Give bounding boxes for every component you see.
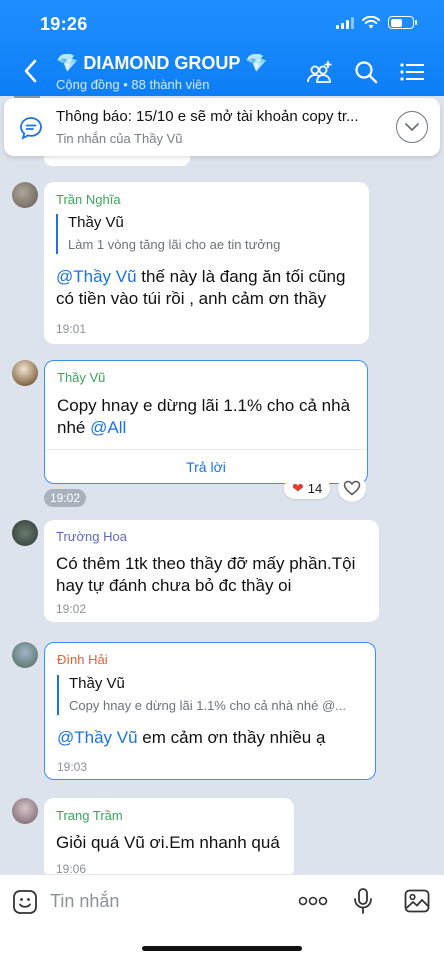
menu-list-icon[interactable] [398, 58, 426, 86]
chat-header: 19:26 💎 DIAMOND GROUP 💎 Cộng đồng • 88 t… [0, 0, 444, 96]
heart-outline-icon [343, 480, 361, 496]
message-text: @Thầy Vũ em cảm ơn thầy nhiều ạ [57, 728, 326, 747]
group-title: 💎 DIAMOND GROUP 💎 [56, 53, 268, 73]
message-sender: Đình Hải [57, 652, 108, 667]
quote-text: Làm 1 vòng tăng lãi cho ae tin tưởng [68, 237, 281, 252]
pinned-text: Thông báo: 15/10 e sẽ mở tài khoản copy … [56, 108, 386, 146]
mention-link[interactable]: @Thầy Vũ [57, 728, 138, 747]
reaction-number: 14 [307, 480, 323, 496]
home-indicator [142, 946, 302, 951]
avatar[interactable] [12, 520, 38, 546]
quote-author: Thầy Vũ [69, 675, 125, 692]
mention-link[interactable]: @All [90, 418, 126, 437]
message-text: Có thêm 1tk theo thầy đỡ mấy phần.Tội ha… [56, 554, 356, 595]
message-bubble[interactable]: Trường Hoa Có thêm 1tk theo thầy đỡ mấy … [44, 520, 379, 622]
heart-icon: ❤ [292, 479, 304, 496]
header-actions [306, 58, 426, 86]
pinned-title: Thông báo: 15/10 e sẽ mở tài khoản copy … [56, 108, 359, 125]
wifi-icon [362, 16, 380, 29]
group-subtitle: Cộng đồng • 88 thành viên [56, 77, 210, 92]
back-arrow-icon[interactable] [20, 58, 42, 84]
react-button[interactable] [338, 474, 366, 502]
add-member-icon[interactable] [306, 58, 334, 86]
message-bubble[interactable]: Thầy Vũ Copy hnay e dừng lãi 1.1% cho cả… [44, 360, 368, 484]
group-title-area[interactable]: 💎 DIAMOND GROUP 💎 Cộng đồng • 88 thành v… [56, 53, 268, 92]
message-text: Giỏi quá Vũ ơi.Em nhanh quá [56, 833, 280, 852]
quoted-message[interactable]: Thầy Vũ Copy hnay e dừng lãi 1.1% cho cả… [57, 675, 362, 715]
message-text: @Thầy Vũ thế này là đang ăn tối cũng có … [56, 267, 346, 308]
message-sender: Trang Trầm [56, 808, 123, 823]
mention-link[interactable]: @Thầy Vũ [56, 267, 137, 286]
signal-icon [336, 16, 354, 29]
message-bubble[interactable]: Đình Hải Thầy Vũ Copy hnay e dừng lãi 1.… [44, 642, 376, 780]
message-time: 19:02 [56, 602, 87, 616]
more-options-icon[interactable] [298, 894, 328, 908]
message-bubble[interactable]: Trần Nghĩa Thầy Vũ Làm 1 vòng tăng lãi c… [44, 182, 369, 344]
reaction-count[interactable]: ❤ 14 [284, 477, 331, 499]
message-sender: Thầy Vũ [57, 370, 106, 385]
message-time: 19:02 [44, 489, 87, 507]
quote-author: Thầy Vũ [68, 214, 124, 231]
quoted-message[interactable]: Thầy Vũ Làm 1 vòng tăng lãi cho ae tin t… [56, 214, 351, 254]
search-icon[interactable] [352, 58, 380, 86]
microphone-icon[interactable] [352, 887, 374, 915]
message-time: 19:01 [56, 322, 87, 336]
battery-icon [388, 16, 417, 29]
image-icon[interactable] [404, 889, 430, 913]
status-icons [336, 16, 417, 29]
expand-pinned-button[interactable] [396, 111, 428, 143]
status-bar: 19:26 [0, 0, 444, 48]
chevron-down-icon [405, 123, 419, 132]
avatar[interactable] [12, 798, 38, 824]
nav-bar: 💎 DIAMOND GROUP 💎 Cộng đồng • 88 thành v… [0, 48, 444, 96]
status-time: 19:26 [40, 14, 88, 34]
message-input[interactable]: Tin nhắn [50, 891, 119, 912]
sticker-icon[interactable] [12, 889, 38, 915]
chat-bubble-icon [20, 117, 42, 140]
quote-text: Copy hnay e dừng lãi 1.1% cho cả nhà nhé… [69, 698, 347, 713]
message-time: 19:03 [57, 760, 88, 774]
avatar[interactable] [12, 182, 38, 208]
avatar[interactable] [12, 642, 38, 668]
message-bubble[interactable]: Trang Trầm Giỏi quá Vũ ơi.Em nhanh quá 1… [44, 798, 294, 874]
message-text: Copy hnay e dừng lãi 1.1% cho cả nhà nhé… [57, 396, 351, 437]
pinned-subtitle: Tin nhắn của Thầy Vũ [56, 131, 183, 146]
message-time: 19:06 [56, 862, 87, 874]
pinned-message[interactable]: Thông báo: 15/10 e sẽ mở tài khoản copy … [4, 98, 440, 156]
message-sender: Trần Nghĩa [56, 192, 121, 207]
avatar[interactable] [12, 360, 38, 386]
message-sender: Trường Hoa [56, 529, 127, 544]
chat-area[interactable]: Trần Nghĩa Thầy Vũ Làm 1 vòng tăng lãi c… [0, 96, 444, 874]
